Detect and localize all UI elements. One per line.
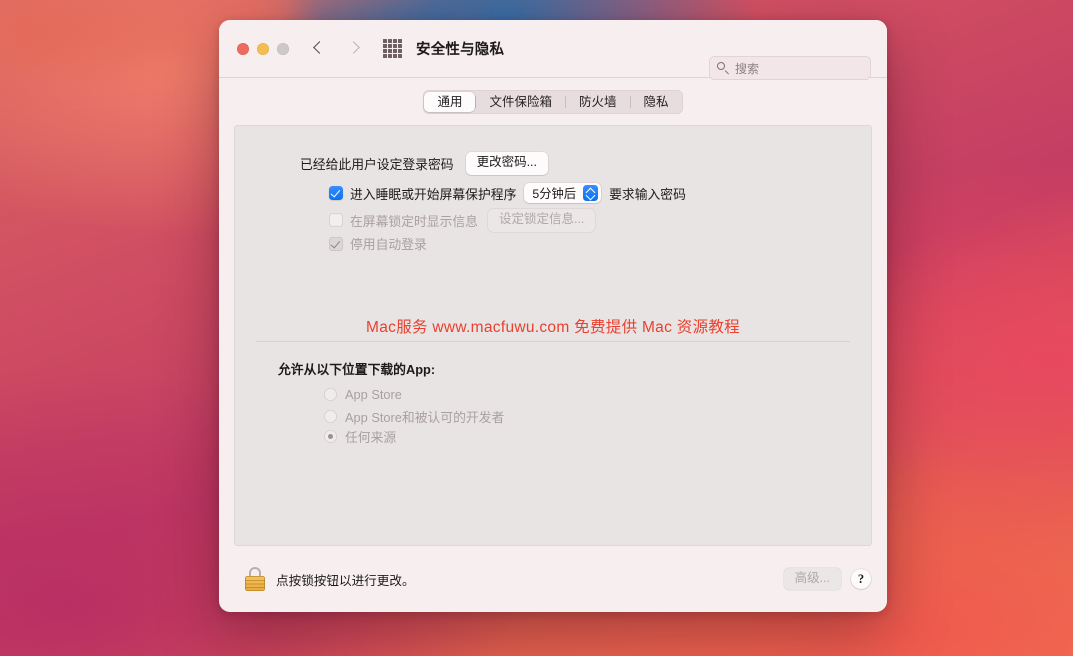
bottom-actions: 高级... ? <box>783 567 871 591</box>
tab-bar: 通用 文件保险箱 防火墙 隐私 <box>219 78 887 125</box>
disable-auto-login-row: 停用自动登录 <box>329 234 427 253</box>
radio-label: App Store <box>345 387 402 402</box>
radio-button <box>324 430 337 443</box>
change-password-button[interactable]: 更改密码... <box>465 152 548 175</box>
radio-label: App Store和被认可的开发者 <box>345 410 505 425</box>
lock-closed-icon[interactable] <box>245 567 265 591</box>
require-password-row: 进入睡眠或开始屏幕保护程序 5分钟后 要求输入密码 <box>329 183 686 203</box>
radio-app-store-identified-developers[interactable]: App Store和被认可的开发者 <box>324 407 504 426</box>
password-status-label: 已经给此用户设定登录密码 <box>300 156 454 172</box>
section-divider <box>256 341 850 342</box>
tab-filevault[interactable]: 文件保险箱 <box>476 92 565 112</box>
radio-label: 任何来源 <box>345 430 397 445</box>
search-placeholder: 搜索 <box>735 61 760 76</box>
traffic-light-group <box>237 42 289 55</box>
show-lock-message-checkbox[interactable] <box>329 213 343 228</box>
disable-auto-login-checkbox[interactable] <box>329 236 343 251</box>
page-title: 安全性与隐私 <box>416 42 505 58</box>
window-titlebar: 安全性与隐私 搜索 <box>219 20 887 80</box>
grid-icon[interactable] <box>383 39 402 58</box>
set-lock-message-button[interactable]: 设定锁定信息... <box>487 209 596 232</box>
radio-app-store[interactable]: App Store <box>324 387 402 402</box>
close-button[interactable] <box>237 42 249 55</box>
back-chevron-icon[interactable] <box>311 40 328 57</box>
advanced-button[interactable]: 高级... <box>783 567 841 591</box>
require-password-label: 进入睡眠或开始屏幕保护程序 <box>350 186 517 202</box>
navigation-arrows <box>311 40 363 57</box>
general-settings-panel: 已经给此用户设定登录密码 更改密码... 进入睡眠或开始屏幕保护程序 5分钟后 … <box>234 125 872 546</box>
show-lock-message-row: 在屏幕锁定时显示信息 设定锁定信息... <box>329 209 596 232</box>
download-section-title: 允许从以下位置下载的App: <box>278 362 436 377</box>
minimize-button[interactable] <box>257 42 269 55</box>
require-password-checkbox[interactable] <box>329 186 343 200</box>
password-status-row: 已经给此用户设定登录密码 更改密码... <box>300 152 548 175</box>
chevron-updown-icon <box>583 185 599 201</box>
radio-button <box>324 410 337 423</box>
tab-general[interactable]: 通用 <box>424 92 476 112</box>
zoom-button[interactable] <box>277 42 289 55</box>
tab-privacy[interactable]: 隐私 <box>631 92 682 112</box>
require-password-delay-dropdown[interactable]: 5分钟后 <box>524 183 602 203</box>
show-lock-message-label: 在屏幕锁定时显示信息 <box>350 213 478 229</box>
system-preferences-window: 安全性与隐私 搜索 通用 文件保险箱 防火墙 隐私 已经给此用户设定登录密码 更… <box>219 20 887 612</box>
watermark-text: Mac服务 www.macfuwu.com 免费提供 Mac 资源教程 <box>366 319 740 336</box>
forward-chevron-icon[interactable] <box>346 40 363 57</box>
dropdown-value: 5分钟后 <box>532 187 577 201</box>
require-password-suffix-label: 要求输入密码 <box>609 186 686 202</box>
radio-button <box>324 388 337 401</box>
search-icon <box>717 62 729 74</box>
lock-hint-label: 点按锁按钮以进行更改。 <box>276 573 415 588</box>
disable-auto-login-label: 停用自动登录 <box>350 237 427 252</box>
window-bottom-bar: 点按锁按钮以进行更改。 高级... ? <box>219 546 887 612</box>
radio-anywhere[interactable]: 任何来源 <box>324 427 396 446</box>
tab-firewall[interactable]: 防火墙 <box>566 92 630 112</box>
help-button[interactable]: ? <box>851 569 871 589</box>
search-input[interactable]: 搜索 <box>709 56 871 80</box>
